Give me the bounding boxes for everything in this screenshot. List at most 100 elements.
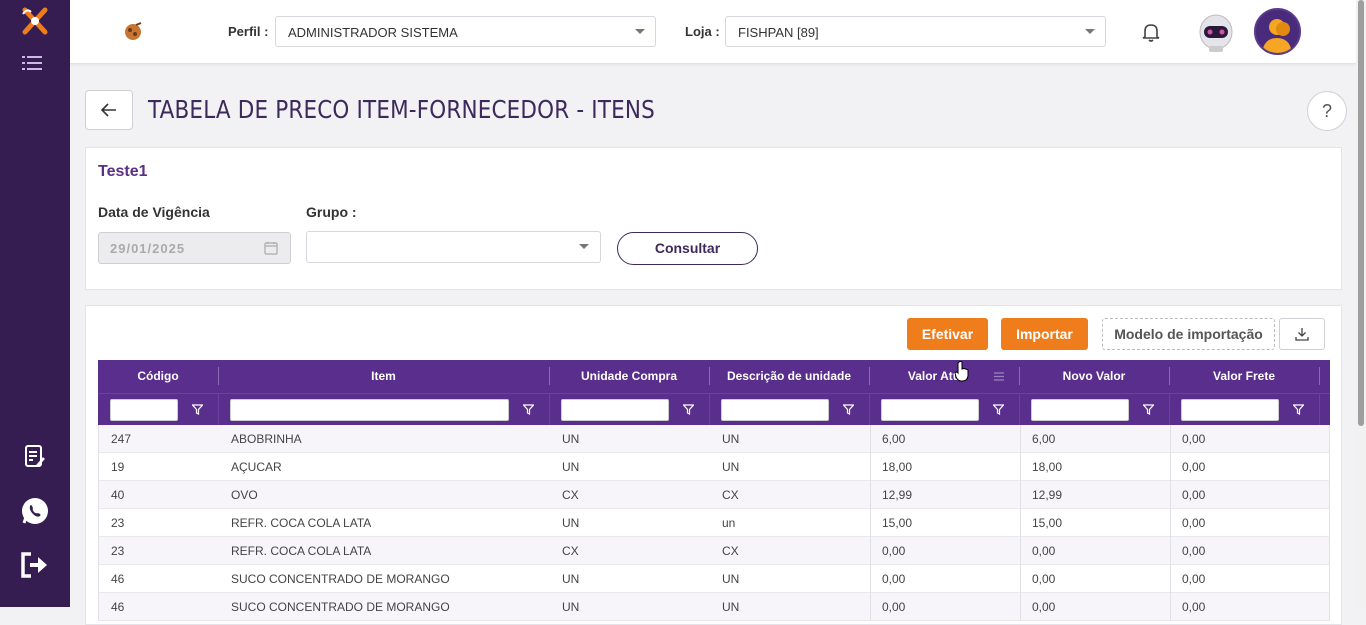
cell-item: REFR. COCA COLA LATA <box>231 544 372 558</box>
date-label: Data de Vigência <box>98 204 210 220</box>
top-bar: Perfil : ADMINISTRADOR SISTEMA Loja : FI… <box>70 0 1356 64</box>
table-row[interactable]: 40 OVO CX CX 12,99 12,99 0,00 <box>98 481 1330 509</box>
filter-input-codigo[interactable] <box>110 399 178 421</box>
download-icon <box>1295 328 1309 341</box>
cell-codigo: 46 <box>111 572 125 586</box>
cell-valor-atual: 18,00 <box>882 460 913 474</box>
column-menu-icon[interactable] <box>994 372 1004 381</box>
filter-icon[interactable] <box>843 404 854 415</box>
cell-unidade-compra: UN <box>562 600 580 614</box>
filter-icon[interactable] <box>1143 404 1154 415</box>
filter-input-unidade-compra[interactable] <box>561 399 669 421</box>
cell-novo-valor[interactable]: 0,00 <box>1032 593 1055 621</box>
cell-unidade-compra: CX <box>562 544 579 558</box>
logout-icon[interactable] <box>18 548 52 582</box>
menu-icon[interactable] <box>22 55 42 71</box>
chevron-down-icon <box>635 29 645 34</box>
app-logo-icon[interactable] <box>19 6 51 38</box>
grupo-select[interactable] <box>306 231 601 263</box>
cell-valor-frete: 0,00 <box>1182 516 1206 530</box>
cell-codigo: 23 <box>111 544 125 558</box>
page-scrollbar[interactable] <box>1356 0 1366 607</box>
cell-novo-valor[interactable]: 0,00 <box>1032 565 1055 593</box>
filter-input-valor-frete[interactable] <box>1181 399 1279 421</box>
col-item[interactable]: Item <box>218 360 549 393</box>
cell-codigo: 46 <box>111 600 125 614</box>
date-field[interactable]: 29/01/2025 <box>98 232 291 264</box>
table-name: Teste1 <box>98 163 148 180</box>
whatsapp-icon[interactable] <box>18 494 52 528</box>
cell-item: AÇUCAR <box>231 460 282 474</box>
cell-codigo: 40 <box>111 488 125 502</box>
modelo-importacao-button[interactable]: Modelo de importação <box>1102 318 1275 350</box>
cell-novo-valor[interactable]: 15,00 <box>1032 509 1062 537</box>
cell-codigo: 247 <box>111 432 132 446</box>
col-unidade-compra[interactable]: Unidade Compra <box>549 360 709 393</box>
perfil-label: Perfil : <box>228 24 269 39</box>
cell-codigo: 23 <box>111 516 125 530</box>
cell-item: ABOBRINHA <box>231 432 302 446</box>
download-button[interactable] <box>1279 318 1325 350</box>
col-valor-frete[interactable]: Valor Frete <box>1169 360 1319 393</box>
cell-descricao-unidade: UN <box>722 572 740 586</box>
cell-valor-frete: 0,00 <box>1182 544 1206 558</box>
back-button[interactable] <box>85 90 133 130</box>
report-icon[interactable] <box>18 440 52 474</box>
cell-item: REFR. COCA COLA LATA <box>231 516 372 530</box>
items-card: Efetivar Importar Modelo de importação C… <box>85 305 1342 625</box>
grupo-label: Grupo : <box>306 204 357 220</box>
filter-icon[interactable] <box>1293 404 1304 415</box>
loja-label: Loja : <box>685 24 720 39</box>
cell-valor-frete: 0,00 <box>1182 488 1206 502</box>
table-row[interactable]: 23 REFR. COCA COLA LATA CX CX 0,00 0,00 0,00 <box>98 537 1330 565</box>
perfil-select[interactable]: ADMINISTRADOR SISTEMA <box>275 16 656 47</box>
cell-descricao-unidade: un <box>722 516 736 530</box>
loja-select[interactable]: FISHPAN [89] <box>725 16 1106 47</box>
filter-icon[interactable] <box>523 404 534 415</box>
efetivar-button[interactable]: Efetivar <box>907 318 988 350</box>
cell-novo-valor[interactable]: 6,00 <box>1032 425 1055 453</box>
calendar-icon[interactable] <box>264 241 278 255</box>
table-row[interactable]: 247 ABOBRINHA UN UN 6,00 6,00 0,00 <box>98 425 1330 453</box>
consultar-button[interactable]: Consultar <box>617 232 758 265</box>
cell-valor-atual: 6,00 <box>882 432 906 446</box>
filter-icon[interactable] <box>993 404 1004 415</box>
loja-value: FISHPAN [89] <box>738 25 819 40</box>
cell-descricao-unidade: UN <box>722 460 740 474</box>
cell-novo-valor[interactable]: 12,99 <box>1032 481 1062 509</box>
cell-descricao-unidade: CX <box>722 488 739 502</box>
table-row[interactable]: 46 SUCO CONCENTRADO DE MORANGO UN UN 0,00 0,0… <box>98 565 1330 593</box>
col-codigo[interactable]: Código <box>98 360 218 393</box>
assistant-robot-icon[interactable] <box>1196 10 1236 54</box>
cell-item: SUCO CONCENTRADO DE MORANGO <box>231 600 450 614</box>
col-descricao-unidade[interactable]: Descrição de unidade <box>709 360 869 393</box>
bell-icon[interactable] <box>1140 21 1162 43</box>
cell-valor-frete: 0,00 <box>1182 460 1206 474</box>
cell-valor-atual: 15,00 <box>882 516 913 530</box>
cell-valor-atual: 0,00 <box>882 544 906 558</box>
filter-icon[interactable] <box>192 404 203 415</box>
cell-valor-atual: 12,99 <box>882 488 913 502</box>
col-novo-valor[interactable]: Novo Valor <box>1019 360 1169 393</box>
table-row[interactable]: 23 REFR. COCA COLA LATA UN un 15,00 15,00 0,00 <box>98 509 1330 537</box>
table-row[interactable]: 19 AÇUCAR UN UN 18,00 18,00 0,00 <box>98 453 1330 481</box>
filter-input-valor-atual[interactable] <box>881 399 979 421</box>
cell-descricao-unidade: CX <box>722 544 739 558</box>
avatar[interactable] <box>1254 8 1301 55</box>
mouse-cursor-icon <box>954 361 969 383</box>
cell-novo-valor[interactable]: 18,00 <box>1032 453 1062 481</box>
filter-input-novo-valor[interactable] <box>1031 399 1129 421</box>
importar-button[interactable]: Importar <box>1001 318 1088 350</box>
filter-icon[interactable] <box>683 404 694 415</box>
scrollbar-thumb[interactable] <box>1358 0 1364 426</box>
help-button[interactable]: ? <box>1307 91 1347 131</box>
filter-input-item[interactable] <box>230 399 509 421</box>
cell-valor-frete: 0,00 <box>1182 572 1206 586</box>
grid-body: 247 ABOBRINHA UN UN 6,00 6,00 0,00 19 AÇUCAR UN UN… <box>98 425 1330 621</box>
cell-descricao-unidade: UN <box>722 432 740 446</box>
cell-novo-valor[interactable]: 0,00 <box>1032 537 1055 565</box>
cell-valor-frete: 0,00 <box>1182 600 1206 614</box>
table-row[interactable]: 46 SUCO CONCENTRADO DE MORANGO UN UN 0,00 0,0… <box>98 593 1330 621</box>
filter-input-descricao[interactable] <box>721 399 829 421</box>
col-valor-atual[interactable]: Valor Atu <box>869 360 999 393</box>
